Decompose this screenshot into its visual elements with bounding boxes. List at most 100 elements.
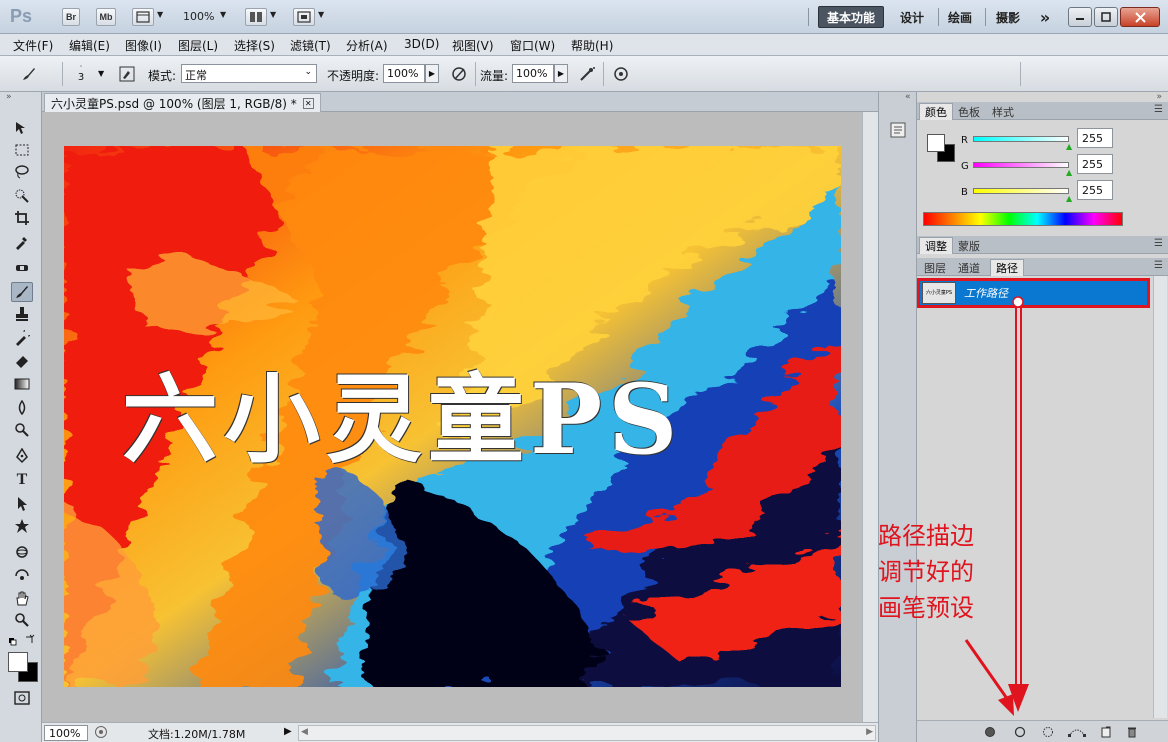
color-panel-swatches[interactable] — [927, 134, 957, 164]
zoom-input[interactable]: 100% — [44, 725, 88, 741]
menu-help[interactable]: 帮助(H) — [571, 37, 613, 54]
history-panel-icon[interactable] — [888, 120, 908, 140]
blue-value-input[interactable]: 255 — [1077, 180, 1113, 200]
bridge-button[interactable]: Br — [62, 8, 80, 26]
scroll-right-icon[interactable]: ▶ — [866, 727, 873, 737]
crop-tool-icon[interactable] — [11, 208, 33, 228]
panel-menu-icon[interactable]: ☰ — [1154, 260, 1163, 271]
maximize-button[interactable] — [1094, 7, 1118, 27]
blue-slider[interactable] — [973, 188, 1069, 194]
minimize-button[interactable] — [1068, 7, 1092, 27]
collapse-icon[interactable]: » — [6, 92, 12, 102]
marquee-tool-icon[interactable] — [11, 140, 33, 160]
history-brush-tool-icon[interactable] — [11, 328, 33, 348]
workspace-design[interactable]: 设计 — [892, 6, 932, 28]
tab-masks[interactable]: 蒙版 — [953, 237, 985, 254]
mini-bridge-button[interactable]: Mb — [96, 8, 116, 26]
document-tab[interactable]: 六小灵童PS.psd @ 100% (图层 1, RGB/8) * ✕ — [44, 93, 321, 112]
tab-paths[interactable]: 路径 — [990, 259, 1024, 276]
green-value-input[interactable]: 255 — [1077, 154, 1113, 174]
tab-channels[interactable]: 通道 — [953, 259, 985, 276]
arrange-documents-icon[interactable] — [245, 8, 267, 26]
view-extras-icon[interactable] — [132, 8, 154, 26]
hand-tool-icon[interactable] — [11, 588, 33, 608]
brush-tool-icon[interactable] — [11, 282, 33, 302]
menu-file[interactable]: 文件(F) — [13, 37, 53, 54]
menu-window[interactable]: 窗口(W) — [510, 37, 555, 54]
flow-input[interactable]: 100% — [512, 64, 554, 83]
shape-tool-icon[interactable] — [11, 516, 33, 536]
tab-swatches[interactable]: 色板 — [953, 103, 985, 120]
menu-analysis[interactable]: 分析(A) — [346, 37, 388, 54]
eraser-tool-icon[interactable] — [11, 350, 33, 370]
brush-tool-preset-icon[interactable] — [18, 63, 40, 85]
default-swap-colors[interactable] — [8, 634, 36, 648]
chevron-down-icon[interactable]: ▼ — [270, 10, 276, 19]
lasso-tool-icon[interactable] — [11, 162, 33, 182]
more-workspaces-button[interactable]: » — [1034, 6, 1056, 28]
pressure-size-icon[interactable] — [610, 63, 632, 85]
close-button[interactable] — [1120, 7, 1160, 27]
clone-stamp-tool-icon[interactable] — [11, 304, 33, 324]
fill-path-icon[interactable] — [983, 725, 997, 739]
create-new-path-icon[interactable] — [1099, 725, 1113, 739]
pen-tool-icon[interactable] — [11, 446, 33, 466]
menu-select[interactable]: 选择(S) — [234, 37, 275, 54]
zoom-tool-icon[interactable] — [11, 610, 33, 630]
chevron-down-icon[interactable]: ▼ — [220, 10, 226, 19]
tab-color[interactable]: 颜色 — [919, 103, 953, 120]
make-work-path-icon[interactable] — [1067, 725, 1087, 739]
status-info-icon[interactable] — [94, 725, 108, 742]
3d-rotate-tool-icon[interactable] — [11, 542, 33, 562]
red-slider[interactable] — [973, 136, 1069, 142]
blur-tool-icon[interactable] — [11, 398, 33, 418]
gradient-tool-icon[interactable] — [11, 374, 33, 394]
menu-3d[interactable]: 3D(D) — [404, 37, 439, 51]
workspace-essentials[interactable]: 基本功能 — [818, 6, 884, 28]
tab-adjustments[interactable]: 调整 — [919, 237, 953, 254]
screen-mode-icon[interactable] — [293, 8, 315, 26]
workspace-painting[interactable]: 绘画 — [942, 6, 978, 28]
pressure-opacity-icon[interactable] — [448, 63, 470, 85]
move-tool-icon[interactable] — [11, 118, 33, 138]
flow-slider-button[interactable]: ▶ — [554, 64, 568, 83]
quick-mask-icon[interactable] — [11, 688, 33, 708]
workspace-photography[interactable]: 摄影 — [990, 6, 1026, 28]
paths-scrollbar[interactable] — [1153, 276, 1167, 718]
slider-thumb-icon[interactable]: ▲ — [1066, 168, 1072, 177]
close-icon[interactable]: ✕ — [302, 97, 314, 109]
green-slider[interactable] — [973, 162, 1069, 168]
slider-thumb-icon[interactable]: ▲ — [1066, 194, 1072, 203]
menu-filter[interactable]: 滤镜(T) — [290, 37, 331, 54]
foreground-color-swatch[interactable] — [8, 652, 28, 672]
vertical-scrollbar[interactable] — [862, 112, 878, 722]
3d-camera-tool-icon[interactable] — [11, 566, 33, 586]
toggle-brush-panel-icon[interactable] — [116, 63, 138, 85]
stroke-path-icon[interactable] — [1013, 725, 1027, 739]
canvas-artwork[interactable]: 六小灵童PS — [64, 146, 841, 687]
collapse-icon[interactable]: « — [905, 92, 911, 102]
panel-menu-icon[interactable]: ☰ — [1154, 104, 1163, 115]
chevron-down-icon[interactable]: ▼ — [318, 10, 324, 19]
eyedropper-tool-icon[interactable] — [11, 232, 33, 252]
quick-selection-tool-icon[interactable] — [11, 186, 33, 206]
menu-layer[interactable]: 图层(L) — [178, 37, 218, 54]
brush-size-picker[interactable]: · 3 — [76, 62, 86, 86]
opacity-input[interactable]: 100% — [383, 64, 425, 83]
delete-path-icon[interactable] — [1125, 725, 1139, 739]
status-menu-arrow-icon[interactable]: ▶ — [284, 726, 292, 737]
opacity-slider-button[interactable]: ▶ — [425, 64, 439, 83]
spot-healing-tool-icon[interactable] — [11, 258, 33, 278]
menu-view[interactable]: 视图(V) — [452, 37, 494, 54]
menu-image[interactable]: 图像(I) — [125, 37, 162, 54]
red-value-input[interactable]: 255 — [1077, 128, 1113, 148]
menu-edit[interactable]: 编辑(E) — [69, 37, 110, 54]
collapse-icon[interactable]: » — [1156, 92, 1162, 102]
color-spectrum-bar[interactable] — [923, 212, 1123, 226]
scroll-left-icon[interactable]: ◀ — [301, 727, 308, 737]
tab-layers[interactable]: 图层 — [919, 259, 951, 276]
path-selection-tool-icon[interactable] — [11, 494, 33, 514]
dodge-tool-icon[interactable] — [11, 420, 33, 440]
chevron-down-icon[interactable]: ▼ — [98, 69, 104, 78]
foreground-background-colors[interactable] — [8, 652, 38, 684]
